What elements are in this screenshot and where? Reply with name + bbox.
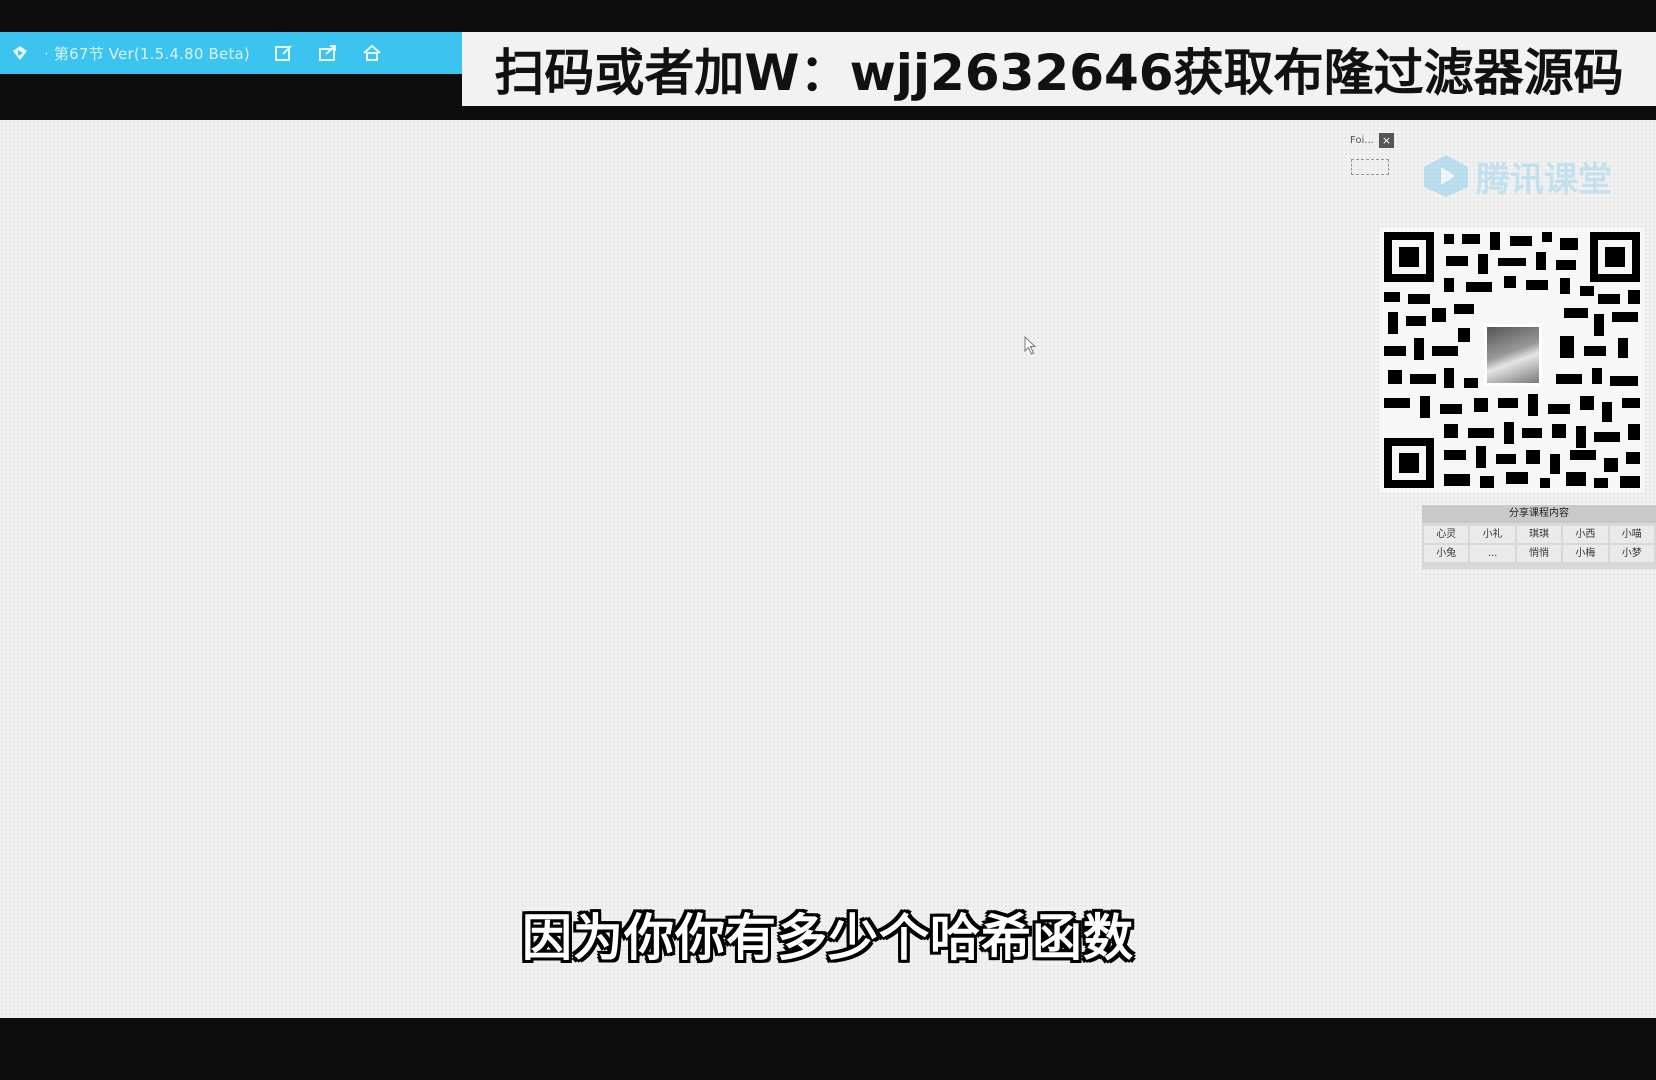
participant-cell[interactable]: 悄悄 [1516, 545, 1562, 562]
edit-icon[interactable] [274, 43, 294, 63]
participant-cell[interactable]: 小喵 [1609, 526, 1654, 543]
participant-cell[interactable]: 小西 [1563, 526, 1608, 543]
top-bar: · 第67节 Ver(1.5.4.80 Beta) 扫码或者加W：wjj2632… [0, 0, 1656, 120]
lesson-title: · 第67节 Ver(1.5.4.80 Beta) [44, 44, 250, 63]
tencent-classroom-logo-icon [1424, 155, 1468, 197]
mouse-cursor-icon [1024, 336, 1037, 355]
mini-window-placeholder [1351, 159, 1389, 175]
qr-code [1380, 228, 1644, 492]
participant-cell[interactable]: 琪琪 [1516, 526, 1562, 543]
home-icon[interactable] [362, 43, 382, 63]
lesson-toolbar: · 第67节 Ver(1.5.4.80 Beta) [0, 32, 462, 74]
watermark-text: 腾讯课堂 [1476, 159, 1612, 200]
participant-cell[interactable]: ... [1470, 545, 1515, 562]
qr-center-avatar [1484, 324, 1542, 386]
participant-cell[interactable]: 小兔 [1424, 545, 1469, 562]
app-logo-icon [13, 46, 27, 60]
floating-mini-window[interactable]: Foi... × [1348, 133, 1394, 177]
participant-cell[interactable]: 小礼 [1470, 526, 1515, 543]
participant-cell[interactable]: 小梦 [1609, 545, 1654, 562]
participant-cell[interactable]: 心灵 [1424, 526, 1469, 543]
promo-banner: 扫码或者加W：wjj2632646获取布隆过滤器源码 [462, 32, 1656, 106]
participant-grid: 心灵 小礼 琪琪 小西 小喵 小兔 ... 悄悄 小梅 小梦 [1422, 523, 1656, 565]
participant-cell[interactable]: 小梅 [1563, 545, 1608, 562]
participant-panel-header: 分享课程内容 [1422, 505, 1656, 523]
participant-panel: 分享课程内容 心灵 小礼 琪琪 小西 小喵 小兔 ... 悄悄 小梅 小梦 [1422, 505, 1656, 569]
share-icon[interactable] [318, 43, 338, 63]
video-subtitle: 因为你你有多少个哈希函数 [522, 909, 1134, 967]
tencent-classroom-watermark: 腾讯课堂 [1420, 148, 1612, 204]
bottom-bar [0, 1018, 1656, 1080]
mini-window-close-button[interactable]: × [1379, 133, 1394, 148]
mini-window-title: Foi... [1350, 135, 1374, 146]
